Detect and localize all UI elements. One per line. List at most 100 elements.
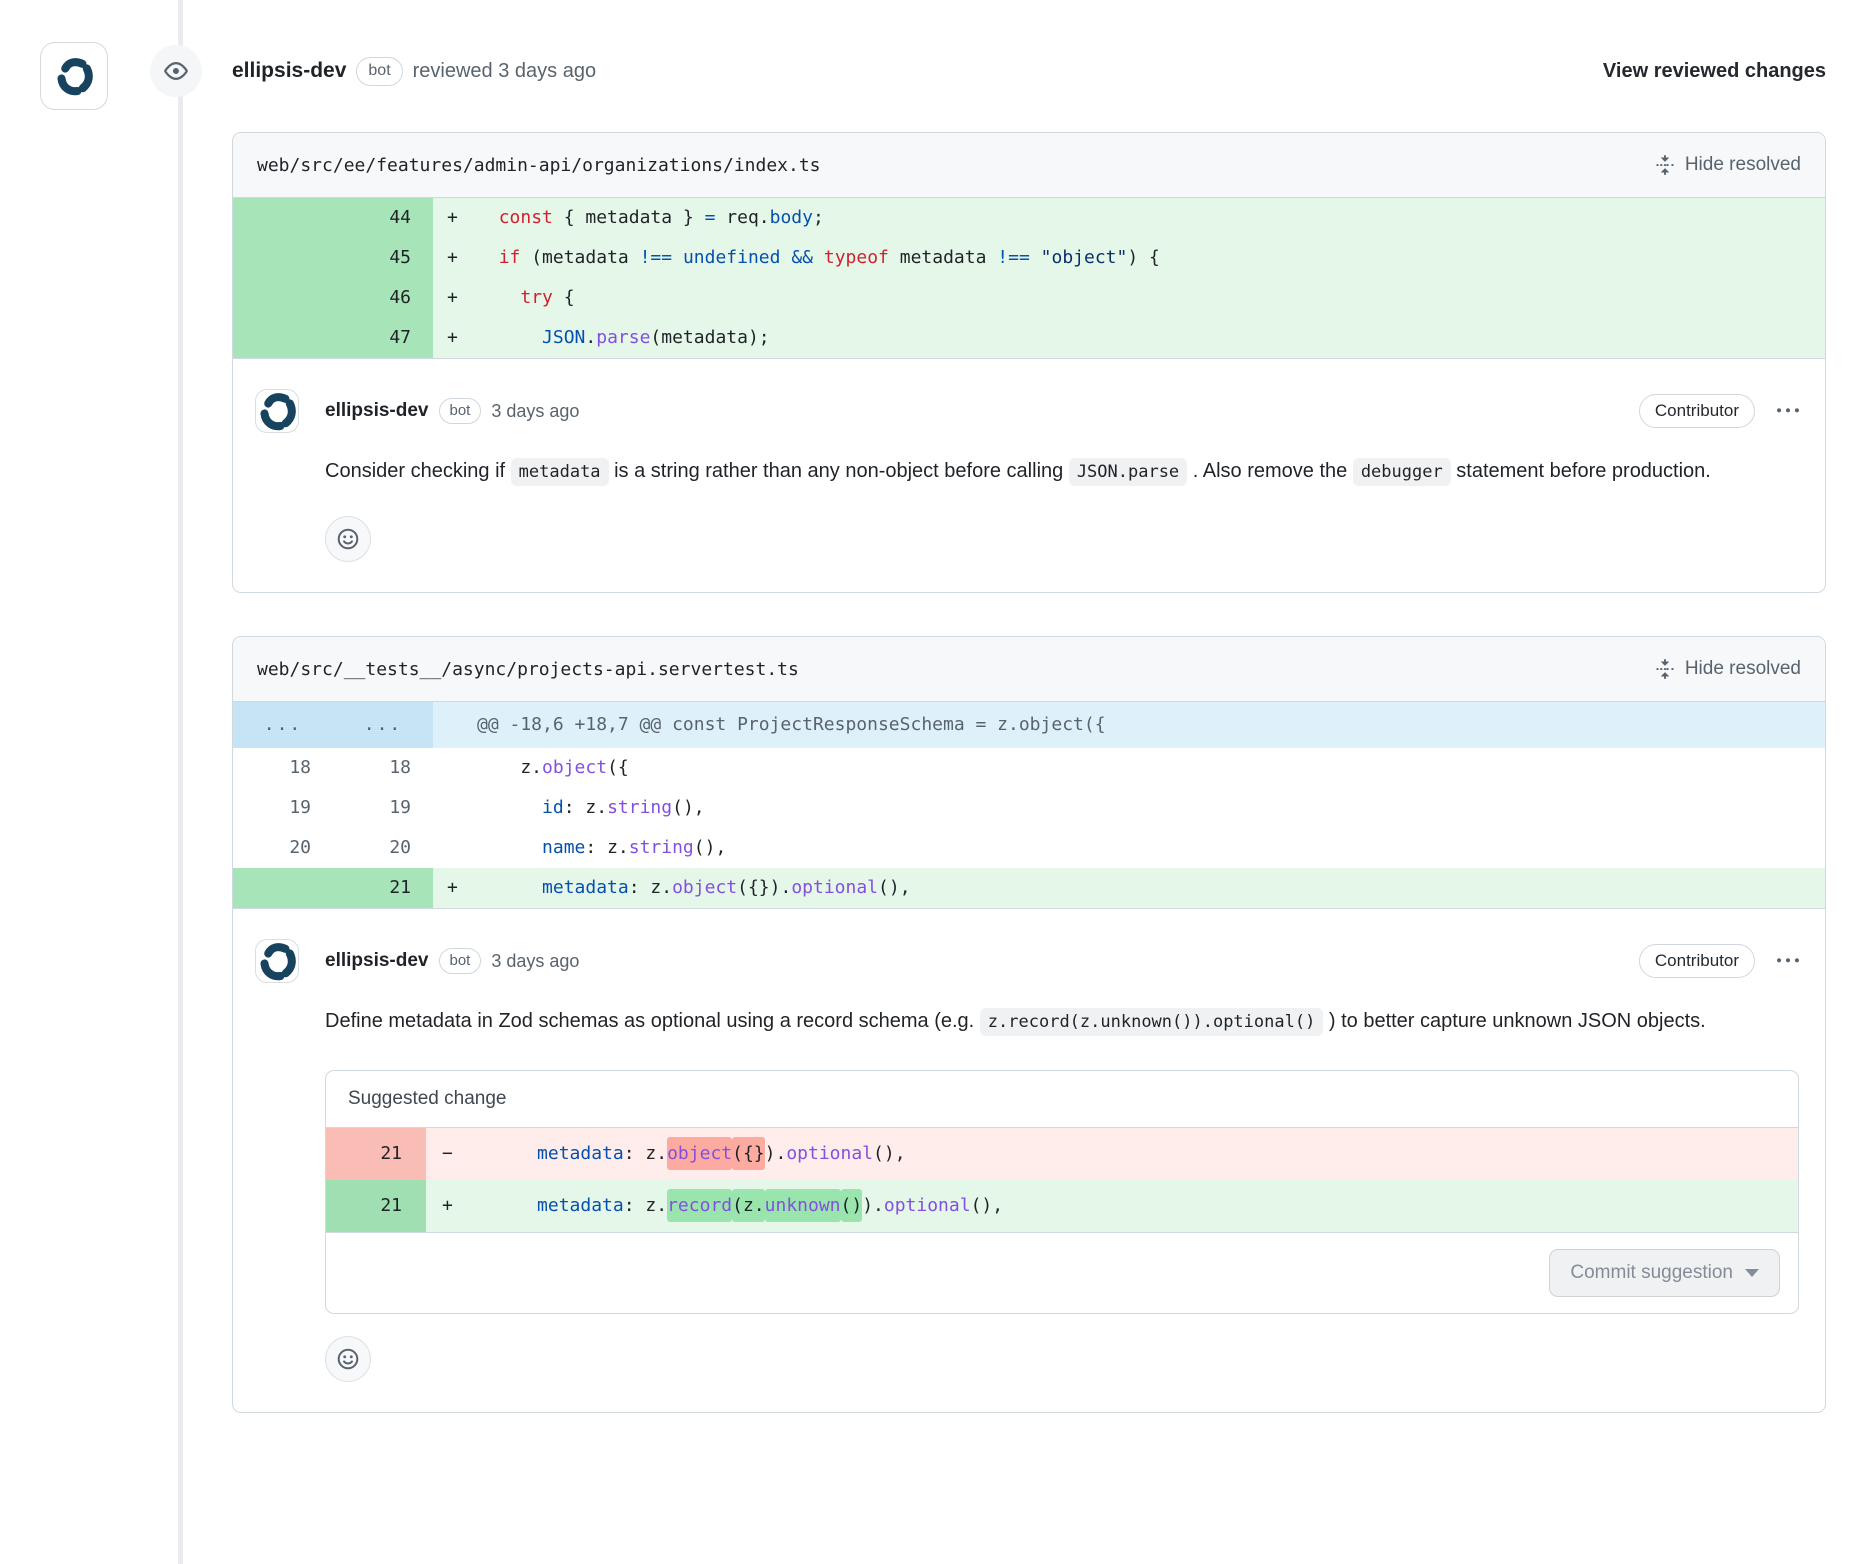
diff-line-row: 46+ try {	[233, 278, 1825, 318]
code-token: ({}	[732, 1137, 765, 1170]
file-header: web/src/ee/features/admin-api/organizati…	[233, 133, 1825, 198]
comment-body: Define metadata in Zod schemas as option…	[325, 999, 1799, 1044]
reviewer-name[interactable]: ellipsis-dev	[232, 59, 346, 83]
comment-text: Consider checking if	[325, 460, 511, 482]
line-number-cell: 46	[333, 278, 433, 318]
contributor-badge: Contributor	[1639, 944, 1755, 978]
line-number-cell: 21	[326, 1128, 426, 1180]
diff-cell: +	[433, 868, 477, 908]
code-token: : z.	[624, 1195, 667, 1216]
comment-author[interactable]: ellipsis-dev	[325, 950, 429, 972]
code-token: parse	[596, 327, 650, 348]
line-number-cell: ...	[333, 702, 433, 748]
code-token: .	[585, 327, 596, 348]
code-token: unknown	[765, 1189, 841, 1222]
comment-avatar[interactable]	[255, 939, 299, 983]
code-token: (metadata	[520, 247, 639, 268]
diff-cell	[433, 788, 477, 828]
bot-badge: bot	[356, 57, 402, 86]
code-token: metadata	[889, 247, 997, 268]
code-token: ) {	[1127, 247, 1160, 268]
file-header: web/src/__tests__/async/projects-api.ser…	[233, 637, 1825, 702]
code-token: ).	[765, 1143, 787, 1164]
hide-resolved-button[interactable]: Hide resolved	[1655, 154, 1801, 176]
bot-badge: bot	[439, 948, 482, 974]
code-token	[477, 877, 542, 898]
comment-timestamp[interactable]: 3 days ago	[491, 951, 579, 972]
code-token	[477, 207, 499, 228]
code-token: name	[542, 837, 585, 858]
diff-block: ......@@ -18,6 +18,7 @@ const ProjectRes…	[233, 702, 1825, 909]
suggested-change-block: Suggested change 21− metadata: z.object(…	[325, 1070, 1799, 1314]
file-path-link[interactable]: web/src/__tests__/async/projects-api.ser…	[257, 659, 799, 680]
reviewer-avatar[interactable]	[40, 42, 108, 110]
review-comment: ellipsis-dev bot 3 days ago Contributor …	[233, 909, 1825, 1412]
code-token	[472, 1195, 537, 1216]
contributor-badge: Contributor	[1639, 394, 1755, 428]
add-reaction-button[interactable]	[325, 1336, 371, 1382]
code-token: : z.	[624, 1143, 667, 1164]
comment-header: ellipsis-dev bot 3 days ago Contributor	[255, 939, 1799, 983]
line-number-cell: 20	[333, 828, 433, 868]
suggested-change-title: Suggested change	[326, 1071, 1798, 1128]
review-comment: ellipsis-dev bot 3 days ago Contributor …	[233, 359, 1825, 592]
code-token: metadata	[537, 1195, 624, 1216]
suggestion-line-row: 21− metadata: z.object({}).optional(),	[326, 1128, 1798, 1180]
code-token	[477, 797, 542, 818]
code-token: (),	[971, 1195, 1004, 1216]
fold-icon	[1655, 155, 1675, 175]
diff-line-row: 2020 name: z.string(),	[233, 828, 1825, 868]
code-token: metadata	[537, 1143, 624, 1164]
code-token: (),	[672, 797, 705, 818]
diff-line-row: 44+ const { metadata } = req.body;	[233, 198, 1825, 238]
timeline-line	[178, 0, 183, 1564]
diff-cell: +	[426, 1180, 472, 1232]
commit-suggestion-button[interactable]: Commit suggestion	[1549, 1249, 1780, 1297]
inline-code: JSON.parse	[1069, 458, 1187, 486]
code-token: : z.	[629, 877, 672, 898]
diff-cell: id: z.string(),	[477, 788, 1825, 828]
commit-suggestion-label: Commit suggestion	[1570, 1262, 1733, 1284]
code-token: (),	[878, 877, 911, 898]
diff-line-row: 21+ metadata: z.object({}).optional(),	[233, 868, 1825, 908]
pull-request-review-thread: ellipsis-dev bot reviewed 3 days ago Vie…	[0, 0, 1858, 1564]
code-token: optional	[786, 1143, 873, 1164]
code-token: metadata	[542, 877, 629, 898]
ellipsis-dev-logo	[54, 56, 94, 96]
code-token: (),	[694, 837, 727, 858]
kebab-menu-button[interactable]	[1777, 400, 1799, 422]
diff-cell	[433, 748, 477, 788]
code-token	[813, 247, 824, 268]
line-number-cell: 45	[333, 238, 433, 278]
comment-author[interactable]: ellipsis-dev	[325, 400, 429, 422]
code-token: if	[499, 247, 521, 268]
chevron-down-icon	[1745, 1269, 1759, 1277]
bot-badge: bot	[439, 398, 482, 424]
code-token	[781, 247, 792, 268]
diff-cell: metadata: z.object({}).optional(),	[477, 868, 1825, 908]
code-token: typeof	[824, 247, 889, 268]
hide-resolved-button[interactable]: Hide resolved	[1655, 658, 1801, 680]
code-token: object	[672, 877, 737, 898]
diff-cell: z.object({	[477, 748, 1825, 788]
code-token: try	[520, 287, 553, 308]
code-token: {	[553, 287, 575, 308]
line-number-cell	[233, 198, 333, 238]
comment-body: Consider checking if metadata is a strin…	[325, 449, 1799, 494]
view-reviewed-changes-link[interactable]: View reviewed changes	[1603, 60, 1826, 83]
code-token: ({	[607, 757, 629, 778]
add-reaction-button[interactable]	[325, 516, 371, 562]
kebab-menu-button[interactable]	[1777, 950, 1799, 972]
line-number-cell	[233, 868, 333, 908]
comment-timestamp[interactable]: 3 days ago	[491, 401, 579, 422]
line-number-cell: 18	[333, 748, 433, 788]
comment-avatar[interactable]	[255, 389, 299, 433]
diff-cell: +	[433, 318, 477, 358]
line-number-cell: 47	[333, 318, 433, 358]
review-action-text: reviewed 3 days ago	[413, 60, 596, 83]
code-token: !==	[997, 247, 1030, 268]
code-token: req.	[715, 207, 769, 228]
code-token	[472, 1143, 537, 1164]
comment-text: Define metadata in Zod schemas as option…	[325, 1010, 980, 1032]
file-path-link[interactable]: web/src/ee/features/admin-api/organizati…	[257, 155, 821, 176]
